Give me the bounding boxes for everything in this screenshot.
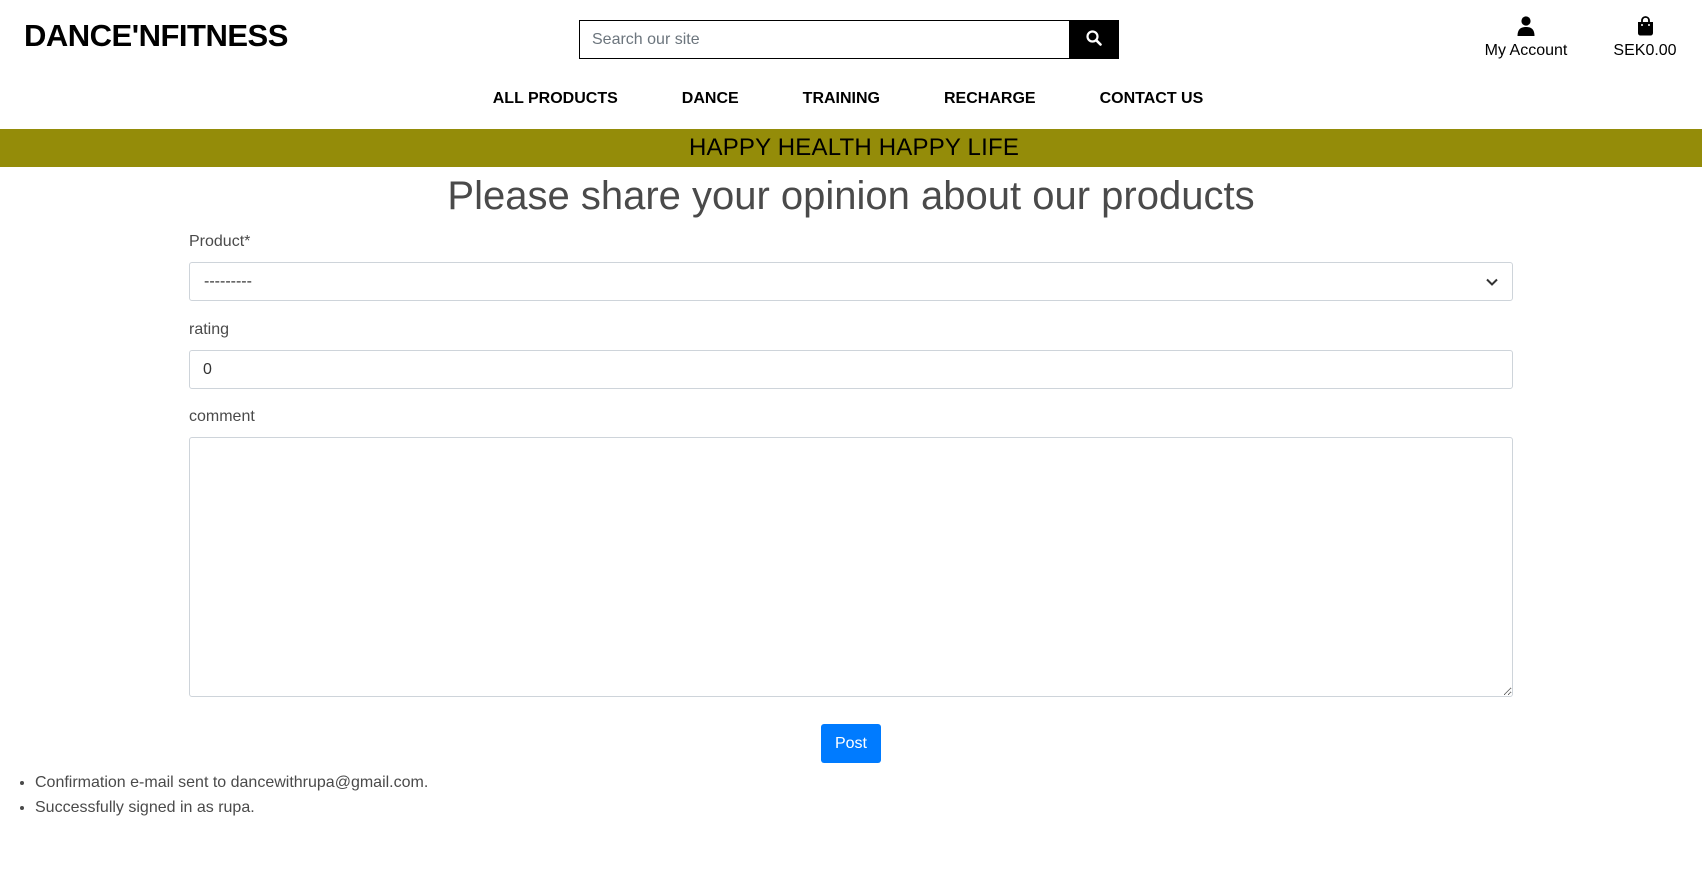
- nav-dance[interactable]: DANCE: [650, 90, 771, 108]
- search-icon: [1086, 30, 1102, 49]
- search-button[interactable]: [1069, 20, 1119, 59]
- my-account-label: My Account: [1484, 42, 1568, 59]
- comment-textarea[interactable]: [189, 437, 1513, 697]
- search-form: [579, 20, 1119, 59]
- product-select-value: ---------: [204, 272, 252, 290]
- brand-logo[interactable]: DANCE'NFITNESS: [24, 18, 288, 54]
- rating-input[interactable]: [189, 350, 1513, 389]
- chevron-down-icon: [1486, 273, 1498, 291]
- review-form: Product* --------- rating comment: [189, 233, 1513, 697]
- post-button[interactable]: Post: [821, 724, 881, 763]
- rating-label: rating: [189, 321, 230, 338]
- shopping-bag-icon: [1637, 15, 1654, 41]
- product-label: Product*: [189, 233, 251, 250]
- shopping-bag-link[interactable]: SEK0.00: [1605, 15, 1685, 60]
- nav-contact-us[interactable]: CONTACT US: [1068, 90, 1236, 108]
- my-account-link[interactable]: My Account: [1476, 15, 1576, 60]
- message-list: Confirmation e-mail sent to dancewithrup…: [0, 770, 428, 820]
- page-title: Please share your opinion about our prod…: [447, 174, 1255, 218]
- main-nav: ALL PRODUCTS DANCE TRAINING RECHARGE CON…: [0, 90, 1702, 108]
- nav-all-products[interactable]: ALL PRODUCTS: [461, 90, 650, 108]
- nav-recharge[interactable]: RECHARGE: [912, 90, 1068, 108]
- promo-banner: HAPPY HEALTH HAPPY LIFE: [0, 129, 1702, 167]
- user-icon: [1517, 15, 1535, 41]
- page: DANCE'NFITNESS My Account: [0, 0, 1702, 881]
- nav-training[interactable]: TRAINING: [771, 90, 912, 108]
- comment-label: comment: [189, 408, 255, 425]
- message-item: Successfully signed in as rupa.: [35, 795, 428, 820]
- search-input[interactable]: [579, 20, 1069, 59]
- message-item: Confirmation e-mail sent to dancewithrup…: [35, 770, 428, 795]
- product-select[interactable]: ---------: [189, 262, 1513, 301]
- bag-total: SEK0.00: [1613, 42, 1677, 59]
